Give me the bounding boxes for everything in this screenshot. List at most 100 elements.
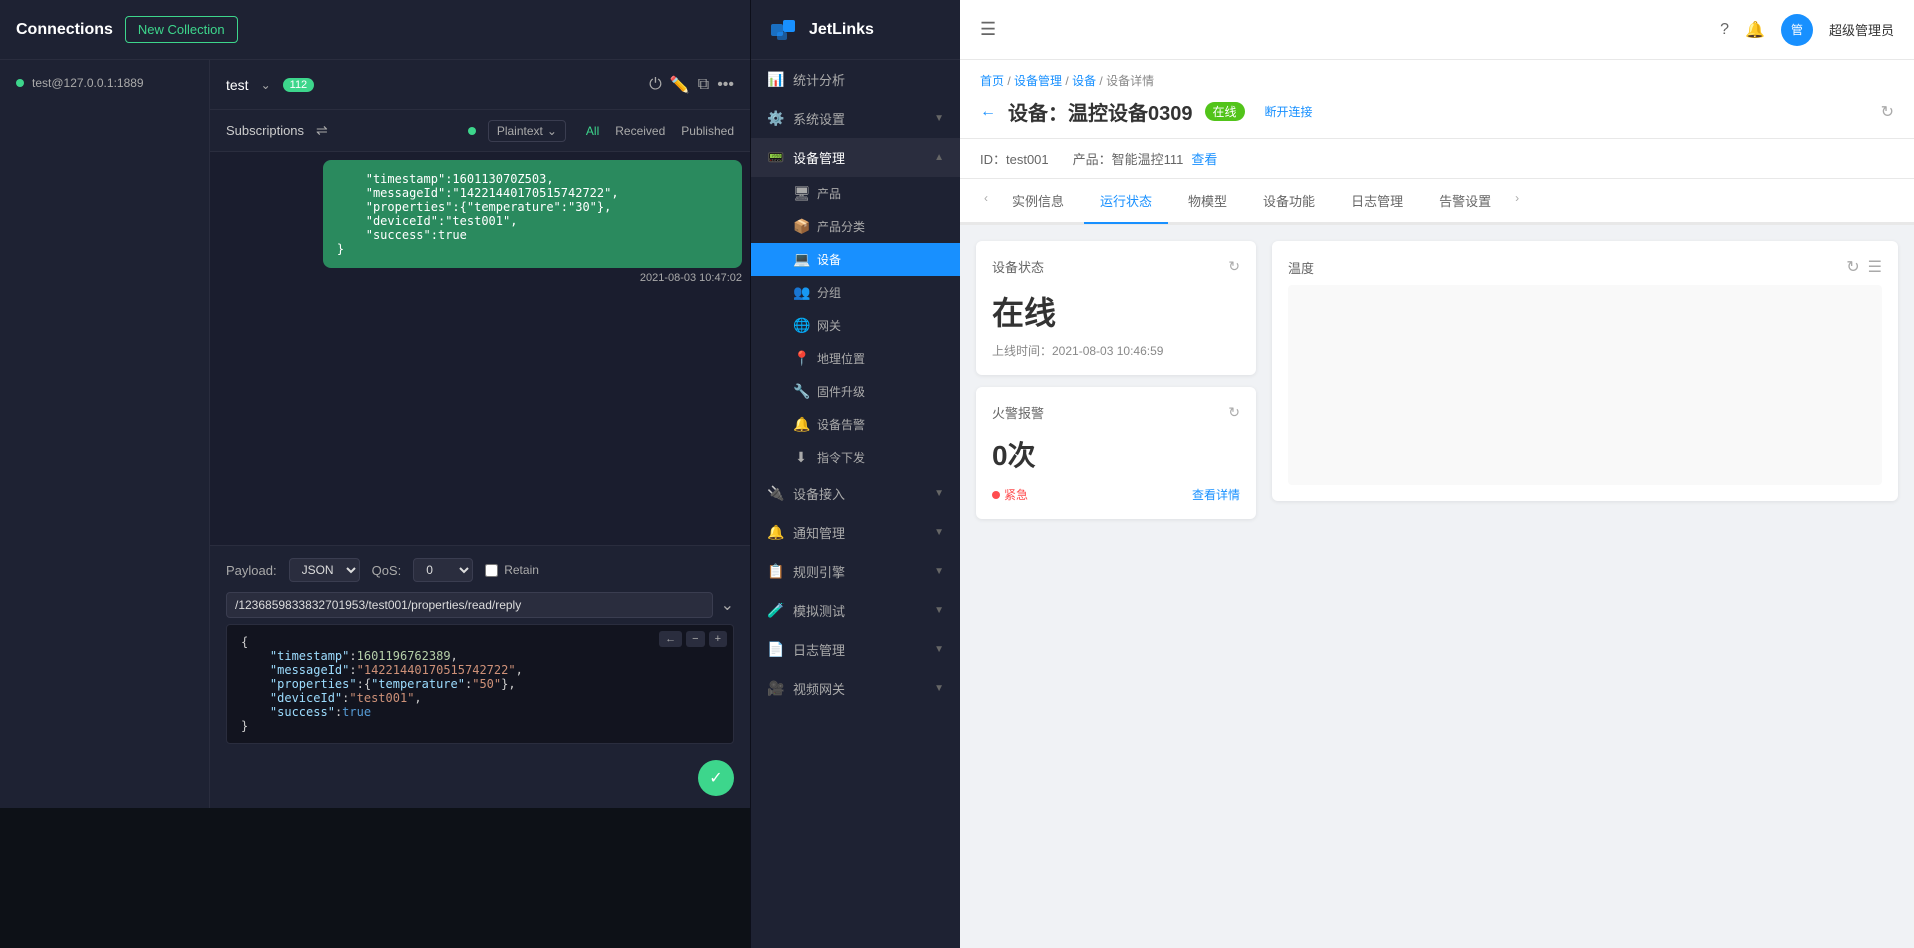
command-icon: ⬇ [793,449,809,466]
breadcrumb-home[interactable]: 首页 [980,74,1004,88]
nav-product-label: 产品 [817,185,841,202]
plaintext-chevron-icon: ⌄ [547,124,557,138]
help-icon[interactable]: ? [1720,21,1729,39]
nav-item-settings[interactable]: ⚙️ 系统设置 ▼ [751,99,960,138]
mqtt-panel: Connections New Collection test@127.0.0.… [0,0,750,948]
qos-label: QoS: [372,563,402,578]
payload-format-select[interactable]: JSON [289,558,360,582]
tab-log-mgmt[interactable]: 日志管理 [1335,179,1419,224]
nav-item-rules[interactable]: 📋 规则引擎 ▼ [751,552,960,591]
nav-rules-label: 规则引擎 [793,562,845,581]
nav-item-log[interactable]: 📄 日志管理 ▼ [751,630,960,669]
nav-sub-command[interactable]: ⬇ 指令下发 [751,441,960,474]
nav-item-stats[interactable]: 📊 统计分析 [751,60,960,99]
nav-sub-device[interactable]: 💻 设备 [751,243,960,276]
video-chevron-icon: ▼ [934,683,944,694]
temp-card-refresh-icon[interactable]: ↻ [1846,257,1859,277]
connection-label: test@127.0.0.1:1889 [32,76,144,90]
rules-chevron-icon: ▼ [934,566,944,577]
power-icon[interactable]: ⏻ [649,76,662,94]
tab-right-arrow[interactable]: › [1511,179,1523,222]
tab-runtime-status[interactable]: 运行状态 [1084,179,1168,224]
product-icon: 🖥 [793,185,809,202]
topic-chevron-icon[interactable]: ⌄ [721,595,734,615]
nav-item-device-mgmt[interactable]: 📟 设备管理 ▲ [751,138,960,177]
filter-tab-all[interactable]: All [586,124,599,138]
nav-gateway-label: 网关 [817,317,841,334]
temp-card-icons: ↻ ☰ [1846,257,1882,277]
log-icon: 📄 [767,641,783,658]
tab-alert-settings[interactable]: 告警设置 [1423,179,1507,224]
breadcrumb: 首页 / 设备管理 / 设备 / 设备详情 [960,60,1914,89]
connection-item[interactable]: test@127.0.0.1:1889 [0,68,209,98]
edit-icon[interactable]: ✏️ [670,75,690,95]
device-meta: ID：test001 产品：智能温控111 查看 [960,139,1914,179]
filter-icon[interactable]: ⇌ [316,122,328,139]
video-icon: 🎥 [767,680,783,697]
json-back-button[interactable]: ← [659,631,682,647]
nav-item-device-access[interactable]: 🔌 设备接入 ▼ [751,474,960,513]
breadcrumb-device[interactable]: 设备 [1072,74,1096,88]
tab-instance-info[interactable]: 实例信息 [996,179,1080,224]
notification-bell-icon[interactable]: 🔔 [1745,20,1765,40]
jetlinks-sidebar: JetLinks 📊 统计分析 ⚙️ 系统设置 ▼ 📟 设备管理 ▲ 🖥 产 [750,0,960,948]
more-icon[interactable]: ••• [717,76,734,94]
send-button[interactable]: ✓ [698,760,734,796]
nav-item-notify[interactable]: 🔔 通知管理 ▼ [751,513,960,552]
copy-icon[interactable]: ⧉ [698,76,709,94]
mqtt-header: Connections New Collection [0,0,750,60]
new-collection-button[interactable]: New Collection [125,16,238,43]
nav-product-category-label: 产品分类 [817,218,865,235]
nav-item-video[interactable]: 🎥 视频网关 ▼ [751,669,960,708]
refresh-icon[interactable]: ↻ [1881,102,1894,122]
notify-chevron-icon: ▼ [934,527,944,538]
nav-device-access-label: 设备接入 [793,484,845,503]
view-detail-link[interactable]: 查看详情 [1192,486,1240,503]
device-product: 产品：智能温控111 [1073,149,1184,168]
tab-left-arrow[interactable]: ‹ [980,179,992,222]
device-mgmt-icon: 📟 [767,149,783,166]
nav-sub-firmware[interactable]: 🔧 固件升级 [751,375,960,408]
user-avatar: 管 [1781,14,1813,46]
filter-tab-published[interactable]: Published [681,124,734,138]
status-card: 设备状态 ↻ 在线 上线时间：2021-08-03 10:46:59 [976,241,1256,375]
device-icon: 💻 [793,251,809,268]
nav-sub-geo[interactable]: 📍 地理位置 [751,342,960,375]
messages-area: "timestamp":160113070Z503, "messageId":"… [210,152,750,545]
nav-device-alert-label: 设备告警 [817,416,865,433]
nav-sub-product-category[interactable]: 📦 产品分类 [751,210,960,243]
json-undo-button[interactable]: − [686,631,704,647]
breadcrumb-device-mgmt[interactable]: 设备管理 [1014,74,1062,88]
device-header: ☰ ? 🔔 管 超级管理员 [960,0,1914,60]
tab-device-function[interactable]: 设备功能 [1247,179,1331,224]
nav-item-simulate[interactable]: 🧪 模拟测试 ▼ [751,591,960,630]
connection-status-dot [16,79,24,87]
status-card-refresh-icon[interactable]: ↻ [1228,258,1240,275]
plaintext-button[interactable]: Plaintext ⌄ [488,120,566,142]
json-redo-button[interactable]: + [709,631,727,647]
payload-area: Payload: JSON QoS: 0 1 2 Retain [210,545,750,808]
nav-sub-group[interactable]: 👥 分组 [751,276,960,309]
nav-sub-product[interactable]: 🖥 产品 [751,177,960,210]
retain-checkbox[interactable] [485,564,498,577]
nav-simulate-label: 模拟测试 [793,601,845,620]
admin-label: 超级管理员 [1829,20,1894,39]
back-button[interactable]: ← [980,103,996,121]
hamburger-icon[interactable]: ☰ [980,19,996,40]
tab-thing-model[interactable]: 物模型 [1172,179,1243,224]
nav-sub-gateway[interactable]: 🌐 网关 [751,309,960,342]
alert-card-refresh-icon[interactable]: ↻ [1228,404,1240,421]
device-product-view-link[interactable]: 查看 [1191,149,1217,168]
mqtt-message-badge: 112 [283,78,315,92]
nav-device-label: 设备 [817,251,841,268]
temp-card-settings-icon[interactable]: ☰ [1868,257,1882,277]
disconnect-button[interactable]: 断开连接 [1265,103,1313,120]
simulate-icon: 🧪 [767,602,783,619]
topic-input[interactable]: /1236859833832701953/test001/properties/… [226,592,713,618]
filter-tab-received[interactable]: Received [615,124,665,138]
json-editor[interactable]: ← − + { "timestamp":1601196762389, "mess… [226,624,734,744]
qos-select[interactable]: 0 1 2 [413,558,473,582]
mqtt-tab-bar: test ⌄ 112 ⏻ ✏️ ⧉ ••• [210,60,750,110]
nav-sub-device-alert[interactable]: 🔔 设备告警 [751,408,960,441]
retain-label: Retain [504,563,539,577]
